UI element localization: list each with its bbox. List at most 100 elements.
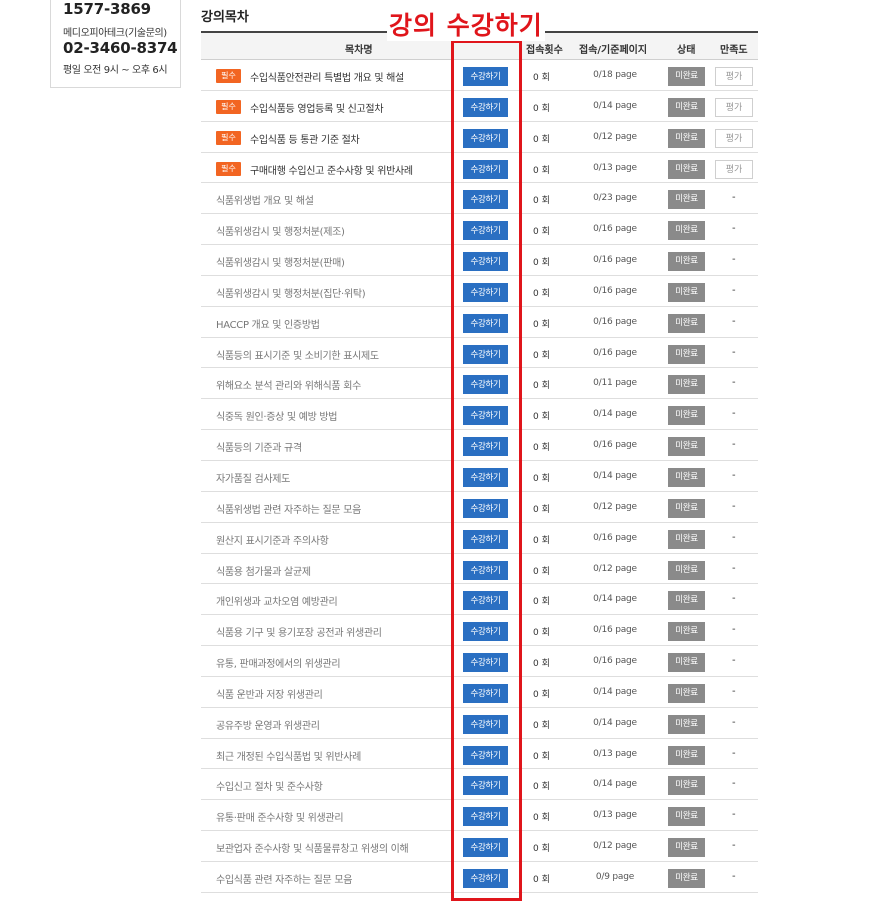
enroll-button[interactable]: 수강하기 xyxy=(463,807,508,827)
enroll-button[interactable]: 수강하기 xyxy=(463,190,508,210)
enroll-button[interactable]: 수강하기 xyxy=(463,683,508,703)
page-progress: 0/18 page xyxy=(593,70,637,80)
lecture-title: 최근 개정된 수입식품법 및 위반사례 xyxy=(216,751,362,763)
access-count: 0 회 xyxy=(533,319,550,330)
enroll-button[interactable]: 수강하기 xyxy=(463,128,508,148)
lecture-title: 식품위생법 관련 자주하는 질문 모음 xyxy=(216,504,362,516)
enroll-button[interactable]: 수강하기 xyxy=(463,67,508,86)
access-count: 0 회 xyxy=(533,103,550,114)
rate-button[interactable]: 평가 xyxy=(715,128,753,148)
enroll-button[interactable]: 수강하기 xyxy=(463,97,508,117)
satisfaction-empty: - xyxy=(732,346,736,358)
enroll-button[interactable]: 수강하기 xyxy=(463,252,508,272)
table-row: 원산지 표시기준과 주의사항 수강하기 0 회 0/16 page 미완료 - xyxy=(201,523,758,554)
enroll-button[interactable]: 수강하기 xyxy=(463,838,508,858)
rate-button[interactable]: 평가 xyxy=(715,97,753,117)
status-badge: 미완료 xyxy=(668,776,705,796)
enroll-button[interactable]: 수강하기 xyxy=(463,282,508,302)
satisfaction-empty: - xyxy=(732,809,736,821)
status-badge: 미완료 xyxy=(668,406,705,426)
page-progress: 0/12 page xyxy=(593,501,637,512)
rate-button[interactable]: 평가 xyxy=(715,159,753,179)
rate-button[interactable]: 평가 xyxy=(715,67,753,86)
status-badge: 미완료 xyxy=(668,313,705,333)
status-badge: 미완료 xyxy=(668,67,705,86)
page-progress: 0/13 page xyxy=(593,748,637,759)
page-progress: 0/16 page xyxy=(593,532,637,543)
status-badge: 미완료 xyxy=(668,190,705,210)
satisfaction-empty: - xyxy=(732,840,736,852)
enroll-button[interactable]: 수강하기 xyxy=(463,498,508,518)
page-progress: 0/16 page xyxy=(593,255,637,266)
status-badge: 미완료 xyxy=(668,838,705,858)
enroll-button[interactable]: 수강하기 xyxy=(463,313,508,333)
contact-phone-tech: 02-3460-8374 xyxy=(63,39,178,57)
page-progress: 0/14 page xyxy=(593,409,637,420)
satisfaction-empty: - xyxy=(732,408,736,420)
status-badge: 미완료 xyxy=(668,653,705,673)
page-progress: 0/16 page xyxy=(593,440,637,451)
contact-tech-label: 메디오피아테크(기술문의) xyxy=(63,28,167,39)
page-progress: 0/12 page xyxy=(593,131,637,142)
satisfaction-empty: - xyxy=(732,469,736,481)
access-count: 0 회 xyxy=(533,720,550,731)
enroll-button[interactable]: 수강하기 xyxy=(463,375,508,395)
table-row: 식품등의 표시기준 및 소비기한 표시제도 수강하기 0 회 0/16 page 미완료… xyxy=(201,338,758,369)
lecture-title: 식품등의 표시기준 및 소비기한 표시제도 xyxy=(216,350,379,362)
enroll-button[interactable]: 수강하기 xyxy=(463,653,508,673)
page-progress: 0/12 page xyxy=(593,563,637,574)
access-count: 0 회 xyxy=(533,443,550,454)
enroll-button[interactable]: 수강하기 xyxy=(463,529,508,549)
status-badge: 미완료 xyxy=(668,498,705,518)
satisfaction-empty: - xyxy=(732,716,736,728)
enroll-button[interactable]: 수강하기 xyxy=(463,591,508,611)
satisfaction-empty: - xyxy=(732,284,736,296)
header-count: 접속횟수 xyxy=(526,45,563,56)
required-badge: 필수 xyxy=(216,161,241,176)
satisfaction-empty: - xyxy=(732,500,736,512)
status-badge: 미완료 xyxy=(668,344,705,364)
enroll-button[interactable]: 수강하기 xyxy=(463,437,508,457)
page-progress: 0/14 page xyxy=(593,779,637,790)
enroll-button[interactable]: 수강하기 xyxy=(463,560,508,580)
page-progress: 0/14 page xyxy=(593,686,637,697)
enroll-button[interactable]: 수강하기 xyxy=(463,745,508,765)
page-progress: 0/16 page xyxy=(593,656,637,667)
table-row: 공유주방 운영과 위생관리 수강하기 0 회 0/14 page 미완료 - xyxy=(201,708,758,739)
satisfaction-empty: - xyxy=(732,593,736,605)
access-count: 0 회 xyxy=(533,689,550,700)
table-row: 필수 수입식품등 영업등록 및 신고절차 수강하기 0 회 0/14 page 미완료 평가 xyxy=(201,91,758,122)
access-count: 0 회 xyxy=(533,473,550,484)
required-badge: 필수 xyxy=(216,69,241,83)
enroll-button[interactable]: 수강하기 xyxy=(463,406,508,426)
lecture-title: 식중독 원인·증상 및 예방 방법 xyxy=(216,412,338,424)
enroll-button[interactable]: 수강하기 xyxy=(463,622,508,642)
access-count: 0 회 xyxy=(533,659,550,670)
enroll-button[interactable]: 수강하기 xyxy=(463,159,508,179)
enroll-button[interactable]: 수강하기 xyxy=(463,467,508,487)
access-count: 0 회 xyxy=(533,504,550,515)
satisfaction-empty: - xyxy=(732,254,736,266)
enroll-button[interactable]: 수강하기 xyxy=(463,776,508,796)
page-progress: 0/14 page xyxy=(593,100,637,111)
lecture-title: 구매대행 수입신고 준수사항 및 위반사례 xyxy=(250,165,413,177)
page-progress: 0/16 page xyxy=(593,224,637,235)
table-body: 필수 수입식품안전관리 특별법 개요 및 해설 수강하기 0 회 0/18 page 미완… xyxy=(201,60,758,893)
table-row: 식품위생감시 및 행정처분(제조) 수강하기 0 회 0/16 page 미완료 - xyxy=(201,214,758,246)
enroll-button[interactable]: 수강하기 xyxy=(463,868,508,888)
table-row: 수입식품 관련 자주하는 질문 모음 수강하기 0 회 0/9 page 미완료 - xyxy=(201,862,758,893)
page-progress: 0/16 page xyxy=(593,285,637,296)
satisfaction-empty: - xyxy=(732,685,736,697)
access-count: 0 회 xyxy=(533,350,550,361)
lecture-title: 식품위생감시 및 행정처분(제조) xyxy=(216,227,345,239)
enroll-button[interactable]: 수강하기 xyxy=(463,221,508,241)
status-badge: 미완료 xyxy=(668,622,705,642)
access-count: 0 회 xyxy=(533,134,550,145)
lecture-title: 보관업자 준수사항 및 식품물류창고 위생의 이해 xyxy=(216,844,409,856)
table-row: 식품위생법 개요 및 해설 수강하기 0 회 0/23 page 미완료 - xyxy=(201,183,758,215)
enroll-button[interactable]: 수강하기 xyxy=(463,714,508,734)
page-progress: 0/14 page xyxy=(593,470,637,481)
header-status: 상태 xyxy=(677,45,696,56)
access-count: 0 회 xyxy=(533,73,550,83)
enroll-button[interactable]: 수강하기 xyxy=(463,344,508,364)
